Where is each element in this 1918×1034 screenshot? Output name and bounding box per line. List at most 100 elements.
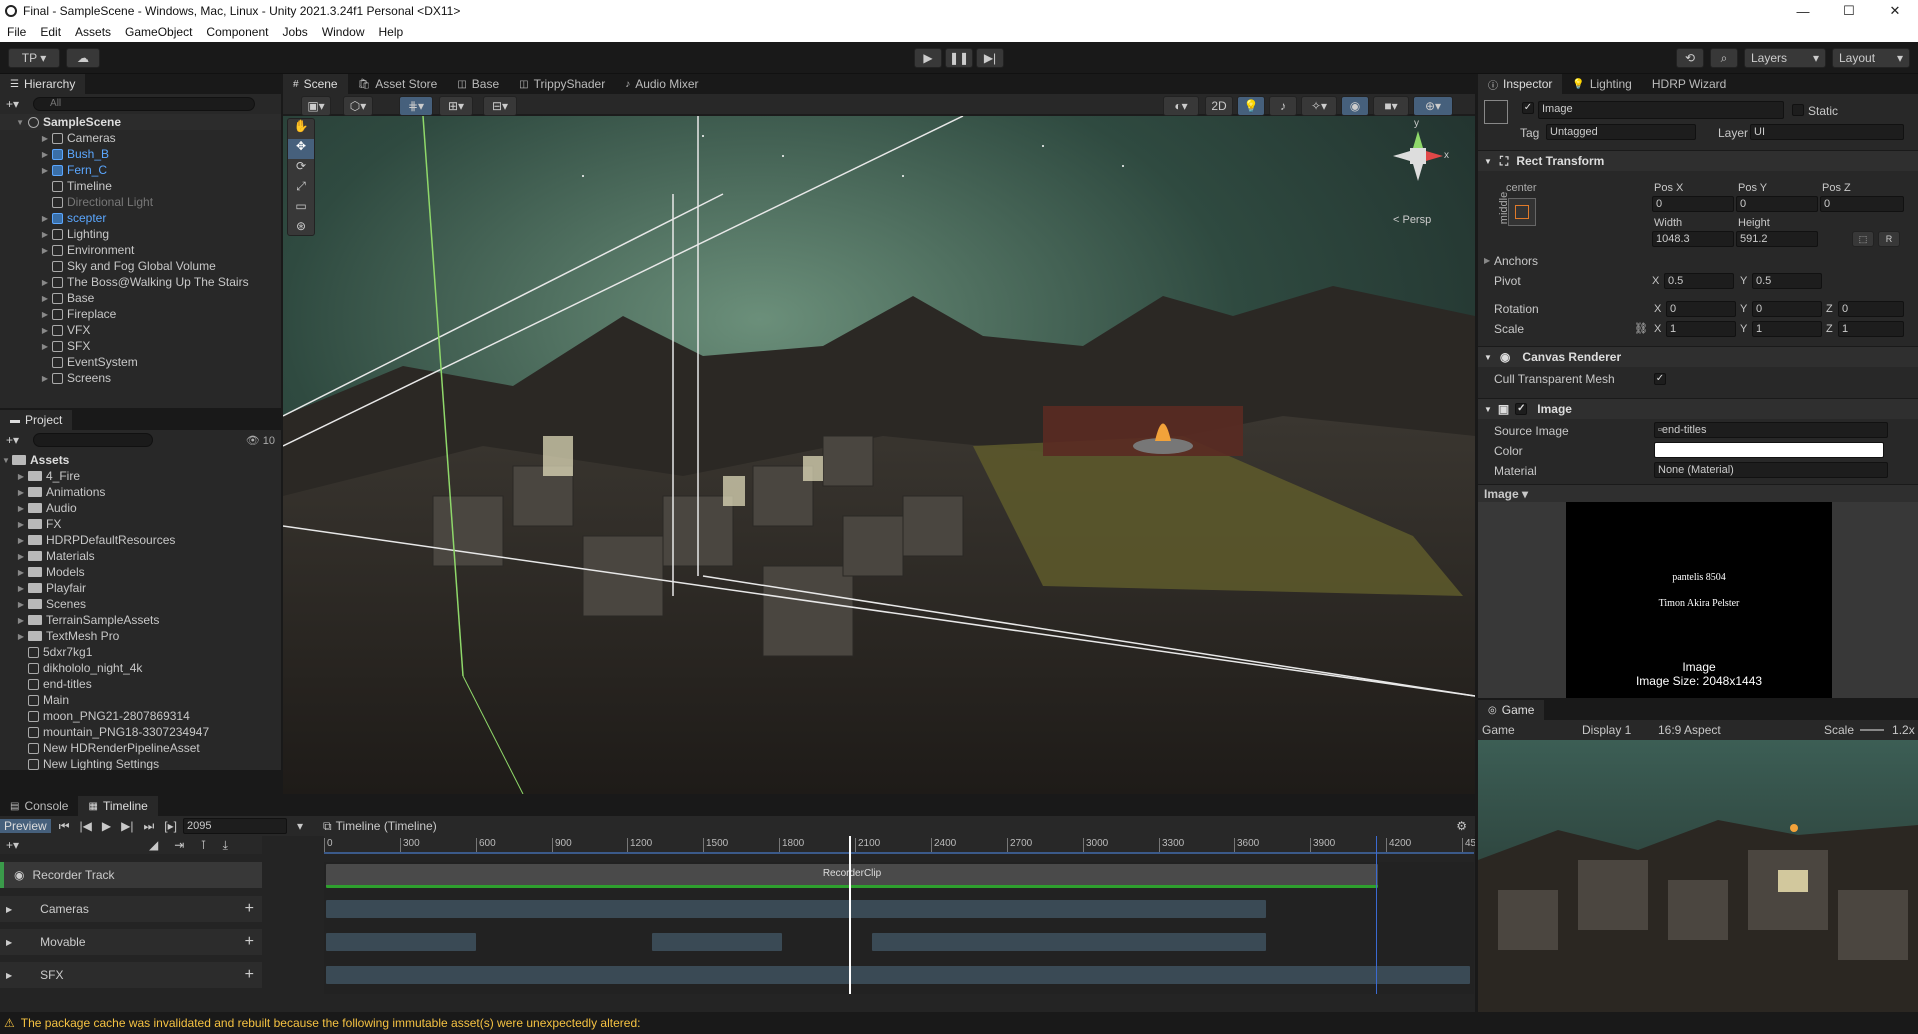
- expand-arrow-icon[interactable]: ▶: [0, 472, 28, 481]
- static-checkbox[interactable]: [1792, 104, 1804, 116]
- material-field[interactable]: None (Material): [1654, 462, 1888, 478]
- minimize-button[interactable]: —: [1780, 0, 1826, 22]
- expand-arrow-icon[interactable]: ▶: [0, 536, 28, 545]
- color-swatch[interactable]: [1654, 442, 1884, 458]
- project-item[interactable]: ▶ FX: [0, 516, 281, 532]
- preview-header[interactable]: Image ▾: [1478, 484, 1918, 502]
- object-name-input[interactable]: Image: [1538, 101, 1784, 119]
- track-recorder[interactable]: ◉ Recorder Track: [0, 862, 262, 888]
- project-item[interactable]: moon_PNG21-2807869314: [0, 708, 281, 724]
- gizmos-dropdown[interactable]: ⊕▾: [1413, 96, 1453, 116]
- game-mode-dropdown[interactable]: Game: [1482, 723, 1568, 737]
- frame-field[interactable]: 2095: [182, 818, 287, 834]
- cameras-clip[interactable]: [326, 900, 1266, 918]
- perspective-label[interactable]: < Persp: [1393, 214, 1431, 226]
- project-item[interactable]: ▶ Audio: [0, 500, 281, 516]
- tab-hdrp-wizard[interactable]: HDRP Wizard: [1642, 74, 1736, 94]
- tab-timeline[interactable]: ▦ Timeline: [78, 796, 158, 816]
- expand-arrow-icon[interactable]: ▶: [0, 230, 52, 239]
- menu-help[interactable]: Help: [372, 25, 411, 39]
- anchor-preset-button[interactable]: [1508, 198, 1536, 226]
- scale-y-field[interactable]: 1: [1752, 321, 1822, 337]
- anchors-label[interactable]: Anchors: [1494, 254, 1538, 268]
- scene-viewport[interactable]: ✋ ✥ ⟳ ⤢ ▭ ⊛ y x < Persp: [283, 116, 1475, 794]
- pos-y-field[interactable]: 0: [1736, 196, 1818, 212]
- expand-arrow-icon[interactable]: ▶: [0, 310, 52, 319]
- expand-arrow-icon[interactable]: ▶: [0, 294, 52, 303]
- hierarchy-item[interactable]: Timeline: [0, 178, 281, 194]
- menu-file[interactable]: File: [0, 25, 33, 39]
- add-clip-button[interactable]: +: [245, 900, 254, 918]
- hierarchy-item[interactable]: ▶ Fireplace: [0, 306, 281, 322]
- add-track-button[interactable]: +▾: [6, 838, 19, 852]
- pivot-dropdown[interactable]: ⬡▾: [343, 96, 373, 116]
- rect-tool-icon[interactable]: ▭: [288, 199, 314, 219]
- project-search-input[interactable]: [33, 433, 154, 447]
- expand-arrow-icon[interactable]: ▶: [0, 600, 28, 609]
- pivot-y-field[interactable]: 0.5: [1752, 273, 1822, 289]
- aspect-dropdown[interactable]: 16:9 Aspect: [1658, 723, 1818, 737]
- hierarchy-item[interactable]: ▶ VFX: [0, 322, 281, 338]
- project-item[interactable]: ▶ Scenes: [0, 596, 281, 612]
- track-cameras[interactable]: ▶ Cameras +: [0, 896, 262, 922]
- play-icon[interactable]: ▶: [102, 819, 111, 833]
- tab-hierarchy[interactable]: ☰ Hierarchy: [0, 74, 86, 94]
- project-item[interactable]: Main: [0, 692, 281, 708]
- layers-dropdown[interactable]: Layers ▾: [1744, 48, 1826, 68]
- movable-clip-2[interactable]: [652, 933, 782, 951]
- hierarchy-item[interactable]: EventSystem: [0, 354, 281, 370]
- height-field[interactable]: 591.2: [1736, 231, 1818, 247]
- expand-arrow-icon[interactable]: ▶: [0, 552, 28, 561]
- project-item[interactable]: ▶ TextMesh Pro: [0, 628, 281, 644]
- scale-tool-icon[interactable]: ⤢: [288, 179, 314, 199]
- display-dropdown[interactable]: Display 1: [1582, 723, 1658, 737]
- canvas-renderer-header[interactable]: ▼ ◉ Canvas Renderer: [1478, 346, 1918, 367]
- movable-clip-3[interactable]: [872, 933, 1266, 951]
- tab-lighting[interactable]: 💡 Lighting: [1562, 74, 1642, 94]
- tab-scene-1[interactable]: 🛍 Asset Store: [348, 74, 448, 94]
- chevron-down-icon[interactable]: ▾: [297, 819, 303, 833]
- clip-edit-mode-icon[interactable]: ◢: [149, 838, 158, 852]
- layer-dropdown[interactable]: UI: [1750, 124, 1904, 140]
- end-marker[interactable]: [1376, 836, 1377, 994]
- play-button[interactable]: ▶: [914, 48, 942, 68]
- menu-window[interactable]: Window: [315, 25, 372, 39]
- increment-dropdown[interactable]: ⊟▾: [483, 96, 517, 116]
- close-button[interactable]: ✕: [1872, 0, 1918, 22]
- camera-dropdown[interactable]: ■▾: [1373, 96, 1409, 116]
- expand-arrow-icon[interactable]: ▶: [0, 616, 28, 625]
- cull-checkbox[interactable]: ✓: [1654, 373, 1666, 385]
- expand-arrow-icon[interactable]: ▶: [0, 632, 28, 641]
- expand-arrow-icon[interactable]: ▶: [0, 166, 52, 175]
- draw-mode-dropdown[interactable]: ▣▾: [301, 96, 331, 116]
- orientation-gizmo[interactable]: y x: [1388, 118, 1449, 186]
- active-checkbox[interactable]: ✓: [1522, 102, 1534, 114]
- pos-x-field[interactable]: 0: [1652, 196, 1734, 212]
- add-button[interactable]: +▾: [6, 97, 19, 111]
- project-item[interactable]: ▶ Playfair: [0, 580, 281, 596]
- tab-scene-3[interactable]: ◫ TrippyShader: [509, 74, 615, 94]
- lighting-toggle-icon[interactable]: 💡: [1237, 96, 1265, 116]
- expand-arrow-icon[interactable]: ▶: [0, 326, 52, 335]
- shading-dropdown[interactable]: ◐▾: [1163, 96, 1199, 116]
- tab-console[interactable]: ▤ Console: [0, 796, 78, 816]
- expand-arrow-icon[interactable]: ▶: [0, 374, 52, 383]
- expand-arrow-icon[interactable]: ▶: [0, 134, 52, 143]
- tag-dropdown[interactable]: Untagged: [1546, 124, 1696, 140]
- scale-slider[interactable]: [1860, 729, 1885, 731]
- project-item[interactable]: dikhololo_night_4k: [0, 660, 281, 676]
- assets-root-row[interactable]: ▼ Assets: [0, 452, 281, 468]
- preview-button[interactable]: Preview: [0, 819, 51, 833]
- expand-arrow-icon[interactable]: ▶: [0, 278, 52, 287]
- menu-gameobject[interactable]: GameObject: [118, 25, 199, 39]
- move-tool-icon[interactable]: ✥: [288, 139, 314, 159]
- hierarchy-item[interactable]: ▶ Screens: [0, 370, 281, 386]
- menu-jobs[interactable]: Jobs: [275, 25, 314, 39]
- project-item[interactable]: ▶ Animations: [0, 484, 281, 500]
- hierarchy-item[interactable]: ▶ Lighting: [0, 226, 281, 242]
- recorder-clip[interactable]: RecorderClip: [326, 864, 1378, 888]
- pivot-x-field[interactable]: 0.5: [1664, 273, 1734, 289]
- step-button[interactable]: ▶|: [976, 48, 1004, 68]
- hierarchy-item[interactable]: ▶ The Boss@Walking Up The Stairs: [0, 274, 281, 290]
- hierarchy-item[interactable]: ▶ SFX: [0, 338, 281, 354]
